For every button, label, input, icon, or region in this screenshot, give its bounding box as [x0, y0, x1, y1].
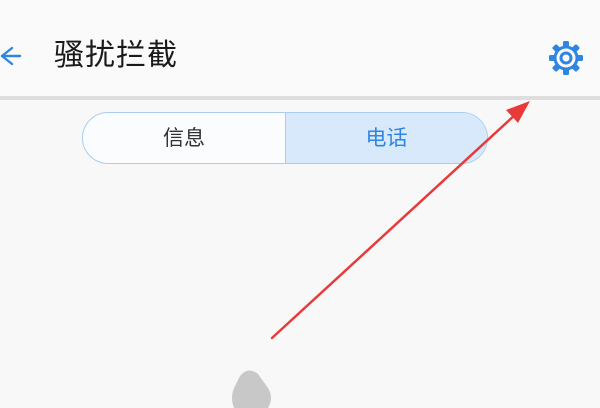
header-divider: [0, 96, 600, 100]
gear-icon: [549, 41, 583, 75]
back-button[interactable]: [0, 36, 24, 76]
annotation-arrow-head: [506, 101, 530, 123]
page-title: 骚扰拦截: [54, 38, 178, 73]
segmented-control: 信息 电话: [82, 112, 488, 164]
back-arrow-icon: [0, 46, 22, 66]
tab-calls[interactable]: 电话: [286, 113, 487, 163]
loading-shape: [232, 370, 271, 408]
settings-button[interactable]: [546, 38, 586, 78]
tab-messages[interactable]: 信息: [83, 113, 286, 163]
app-header: 骚扰拦截: [0, 0, 600, 96]
